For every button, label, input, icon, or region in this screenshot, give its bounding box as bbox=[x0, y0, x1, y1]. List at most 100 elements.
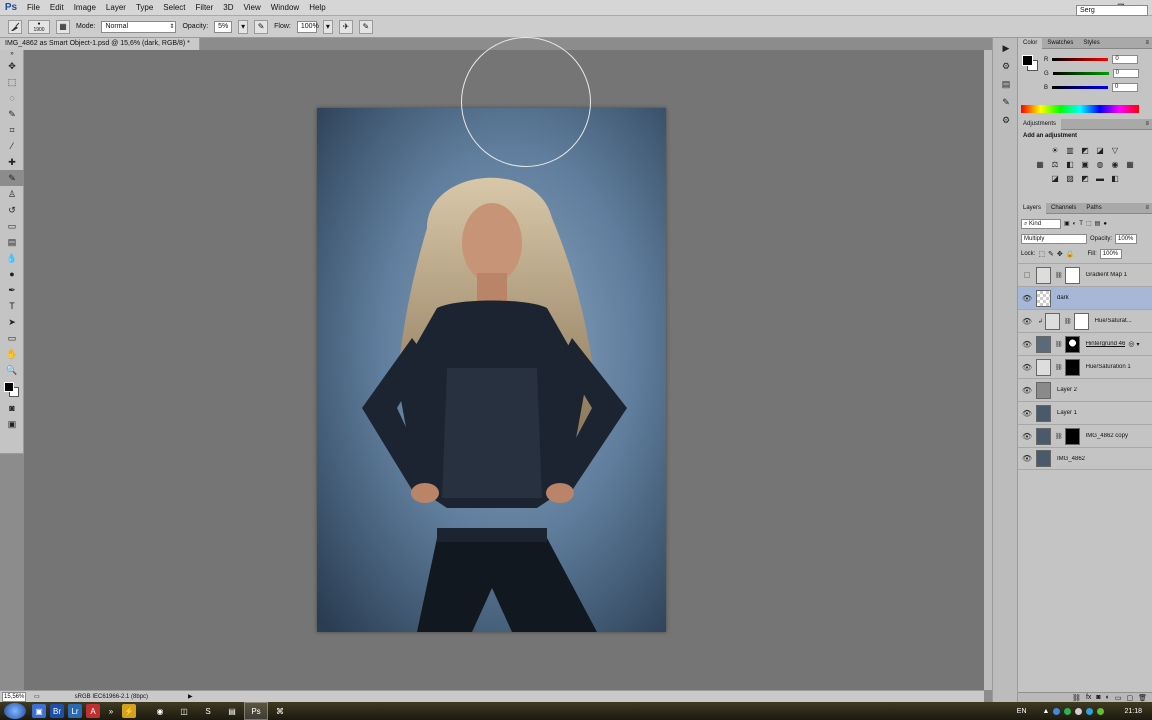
red-value[interactable]: 0 bbox=[1112, 55, 1139, 64]
lasso-tool-icon[interactable]: ◌ bbox=[0, 90, 24, 106]
tab-layers[interactable]: Layers bbox=[1018, 202, 1047, 214]
vertical-scrollbar[interactable] bbox=[984, 50, 992, 690]
add-mask-icon[interactable]: ◙ bbox=[1096, 694, 1100, 701]
menu-layer[interactable]: Layer bbox=[101, 0, 131, 16]
dodge-tool-icon[interactable]: ● bbox=[0, 266, 24, 282]
blue-track[interactable] bbox=[1052, 86, 1109, 89]
eye-icon[interactable]: 👁 bbox=[1018, 432, 1036, 441]
tab-adjustments[interactable]: Adjustments bbox=[1018, 118, 1062, 130]
menu-window[interactable]: Window bbox=[266, 0, 304, 16]
pen-tool-icon[interactable]: ✒ bbox=[0, 282, 24, 298]
clone-stamp-tool-icon[interactable]: ♙ bbox=[0, 186, 24, 202]
color-balance-icon[interactable]: ◧ bbox=[1064, 158, 1076, 170]
eye-icon[interactable]: 👁 bbox=[1018, 363, 1036, 372]
threshold-icon[interactable]: ◩ bbox=[1079, 172, 1091, 184]
crop-tool-icon[interactable]: ⌗ bbox=[0, 122, 24, 138]
menu-select[interactable]: Select bbox=[158, 0, 190, 16]
gradient-tool-icon[interactable]: ▤ bbox=[0, 234, 24, 250]
path-selection-tool-icon[interactable]: ➤ bbox=[0, 314, 24, 330]
foreground-swatch[interactable] bbox=[1022, 55, 1033, 66]
tab-swatches[interactable]: Swatches bbox=[1042, 38, 1078, 49]
eyedropper-tool-icon[interactable]: ⁄ bbox=[0, 138, 24, 154]
color-lookup-icon[interactable]: ▦ bbox=[1124, 158, 1136, 170]
curves-icon[interactable]: ◩ bbox=[1079, 144, 1091, 156]
green-track[interactable] bbox=[1052, 72, 1109, 75]
eraser-tool-icon[interactable]: ▭ bbox=[0, 218, 24, 234]
panel-menu-icon[interactable]: ≡ bbox=[1145, 121, 1149, 127]
layer-row[interactable]: 👁 ⛓ Hintergrund 46 ◎ ▾ bbox=[1018, 332, 1152, 355]
skype-icon[interactable]: S bbox=[196, 702, 220, 720]
marquee-tool-icon[interactable]: ⬚ bbox=[0, 74, 24, 90]
filter-smart-object-icon[interactable]: ▤ bbox=[1095, 220, 1101, 227]
brush-tool-icon[interactable] bbox=[8, 19, 22, 34]
menu-filter[interactable]: Filter bbox=[191, 0, 219, 16]
link-layers-icon[interactable]: ⛓ bbox=[1072, 694, 1081, 702]
filter-type-icon[interactable]: T bbox=[1079, 221, 1083, 227]
language-indicator[interactable]: EN bbox=[1017, 708, 1027, 715]
channel-mixer-icon[interactable]: ◉ bbox=[1109, 158, 1121, 170]
color-spectrum[interactable] bbox=[1021, 105, 1139, 113]
type-tool-icon[interactable]: T bbox=[0, 298, 24, 314]
blue-value[interactable]: 0 bbox=[1112, 83, 1139, 92]
status-menu-icon[interactable]: ▭ bbox=[34, 693, 40, 700]
workspace-select[interactable]: Serg bbox=[1076, 5, 1148, 16]
vibrance-icon[interactable]: ▦ bbox=[1034, 158, 1046, 170]
green-value[interactable]: 0 bbox=[1112, 69, 1139, 78]
filter-shape-icon[interactable]: ⬚ bbox=[1086, 220, 1092, 227]
delete-layer-icon[interactable]: 🗑 bbox=[1138, 694, 1147, 702]
quick-mask-icon[interactable]: ◙ bbox=[0, 400, 24, 416]
new-layer-icon[interactable]: ▢ bbox=[1126, 694, 1133, 702]
brush-preset-picker[interactable]: ● 1900 bbox=[28, 19, 50, 34]
filter-adjustment-icon[interactable]: ◐ bbox=[1073, 221, 1077, 227]
quick-select-tool-icon[interactable]: ✎ bbox=[0, 106, 24, 122]
layer-row[interactable]: 👁 Layer 1 bbox=[1018, 401, 1152, 424]
panel-menu-icon[interactable]: ≡ bbox=[1145, 40, 1149, 46]
smart-filter-icon[interactable]: ◎ bbox=[1128, 340, 1134, 348]
eye-icon[interactable]: 👁 bbox=[1018, 386, 1036, 395]
hue-saturation-icon[interactable]: ⚖ bbox=[1049, 158, 1061, 170]
blend-mode-select[interactable]: Multiply bbox=[1021, 233, 1087, 244]
folder-icon[interactable]: ⚡ bbox=[122, 704, 136, 718]
lightroom-icon[interactable]: Lr bbox=[68, 704, 82, 718]
photo-filter-icon[interactable]: ◍ bbox=[1094, 158, 1106, 170]
properties-icon[interactable]: ⚙ bbox=[996, 112, 1016, 128]
eye-icon[interactable]: 👁 bbox=[1018, 294, 1036, 303]
opacity-input[interactable]: 5% bbox=[214, 20, 233, 33]
invert-icon[interactable]: ◪ bbox=[1049, 172, 1061, 184]
brush-tool-icon[interactable]: ✎ bbox=[0, 170, 24, 186]
hand-tool-icon[interactable]: ✋ bbox=[0, 346, 24, 362]
selective-color-icon[interactable]: ◧ bbox=[1109, 172, 1121, 184]
panel-menu-icon[interactable]: ≡ bbox=[1145, 205, 1149, 211]
status-arrow-icon[interactable]: ▶ bbox=[188, 693, 193, 700]
flow-dropdown-icon[interactable]: ▾ bbox=[322, 19, 333, 34]
start-button[interactable] bbox=[4, 703, 26, 719]
red-slider[interactable]: R 0 bbox=[1044, 55, 1150, 64]
lock-pixels-icon[interactable]: ✎ bbox=[1048, 250, 1054, 258]
eye-icon[interactable]: 👁 bbox=[1018, 317, 1036, 326]
menu-image[interactable]: Image bbox=[69, 0, 101, 16]
gradient-map-icon[interactable]: ▬ bbox=[1094, 172, 1106, 184]
menu-help[interactable]: Help bbox=[304, 0, 330, 16]
history-brush-tool-icon[interactable]: ↺ bbox=[0, 202, 24, 218]
network-icon[interactable] bbox=[1053, 707, 1061, 715]
update-icon[interactable] bbox=[1064, 707, 1072, 715]
black-white-icon[interactable]: ▣ bbox=[1079, 158, 1091, 170]
visibility-toggle[interactable] bbox=[1018, 272, 1036, 278]
pressure-opacity-icon[interactable]: ✎ bbox=[254, 19, 269, 34]
menu-edit[interactable]: Edit bbox=[45, 0, 69, 16]
menu-type[interactable]: Type bbox=[131, 0, 158, 16]
play-action-icon[interactable]: ▶ bbox=[996, 40, 1016, 56]
toolbar-collapse-icon[interactable]: » bbox=[0, 50, 24, 58]
desktop-icon[interactable]: ▣ bbox=[32, 704, 46, 718]
move-tool-icon[interactable]: ✥ bbox=[0, 58, 24, 74]
history-icon[interactable]: ▤ bbox=[996, 76, 1016, 92]
filter-pixel-icon[interactable]: ▣ bbox=[1064, 220, 1070, 227]
new-adjustment-icon[interactable]: ◐ bbox=[1106, 694, 1110, 701]
eye-icon[interactable]: 👁 bbox=[1018, 340, 1036, 349]
brightness-contrast-icon[interactable]: ☀ bbox=[1049, 144, 1061, 156]
layer-row[interactable]: 👁 Layer 2 bbox=[1018, 378, 1152, 401]
new-group-icon[interactable]: ▭ bbox=[1115, 694, 1122, 702]
zoom-tool-icon[interactable]: 🔍 bbox=[0, 362, 24, 378]
antivirus-icon[interactable] bbox=[1097, 707, 1105, 715]
layer-style-icon[interactable]: fx bbox=[1086, 694, 1091, 701]
